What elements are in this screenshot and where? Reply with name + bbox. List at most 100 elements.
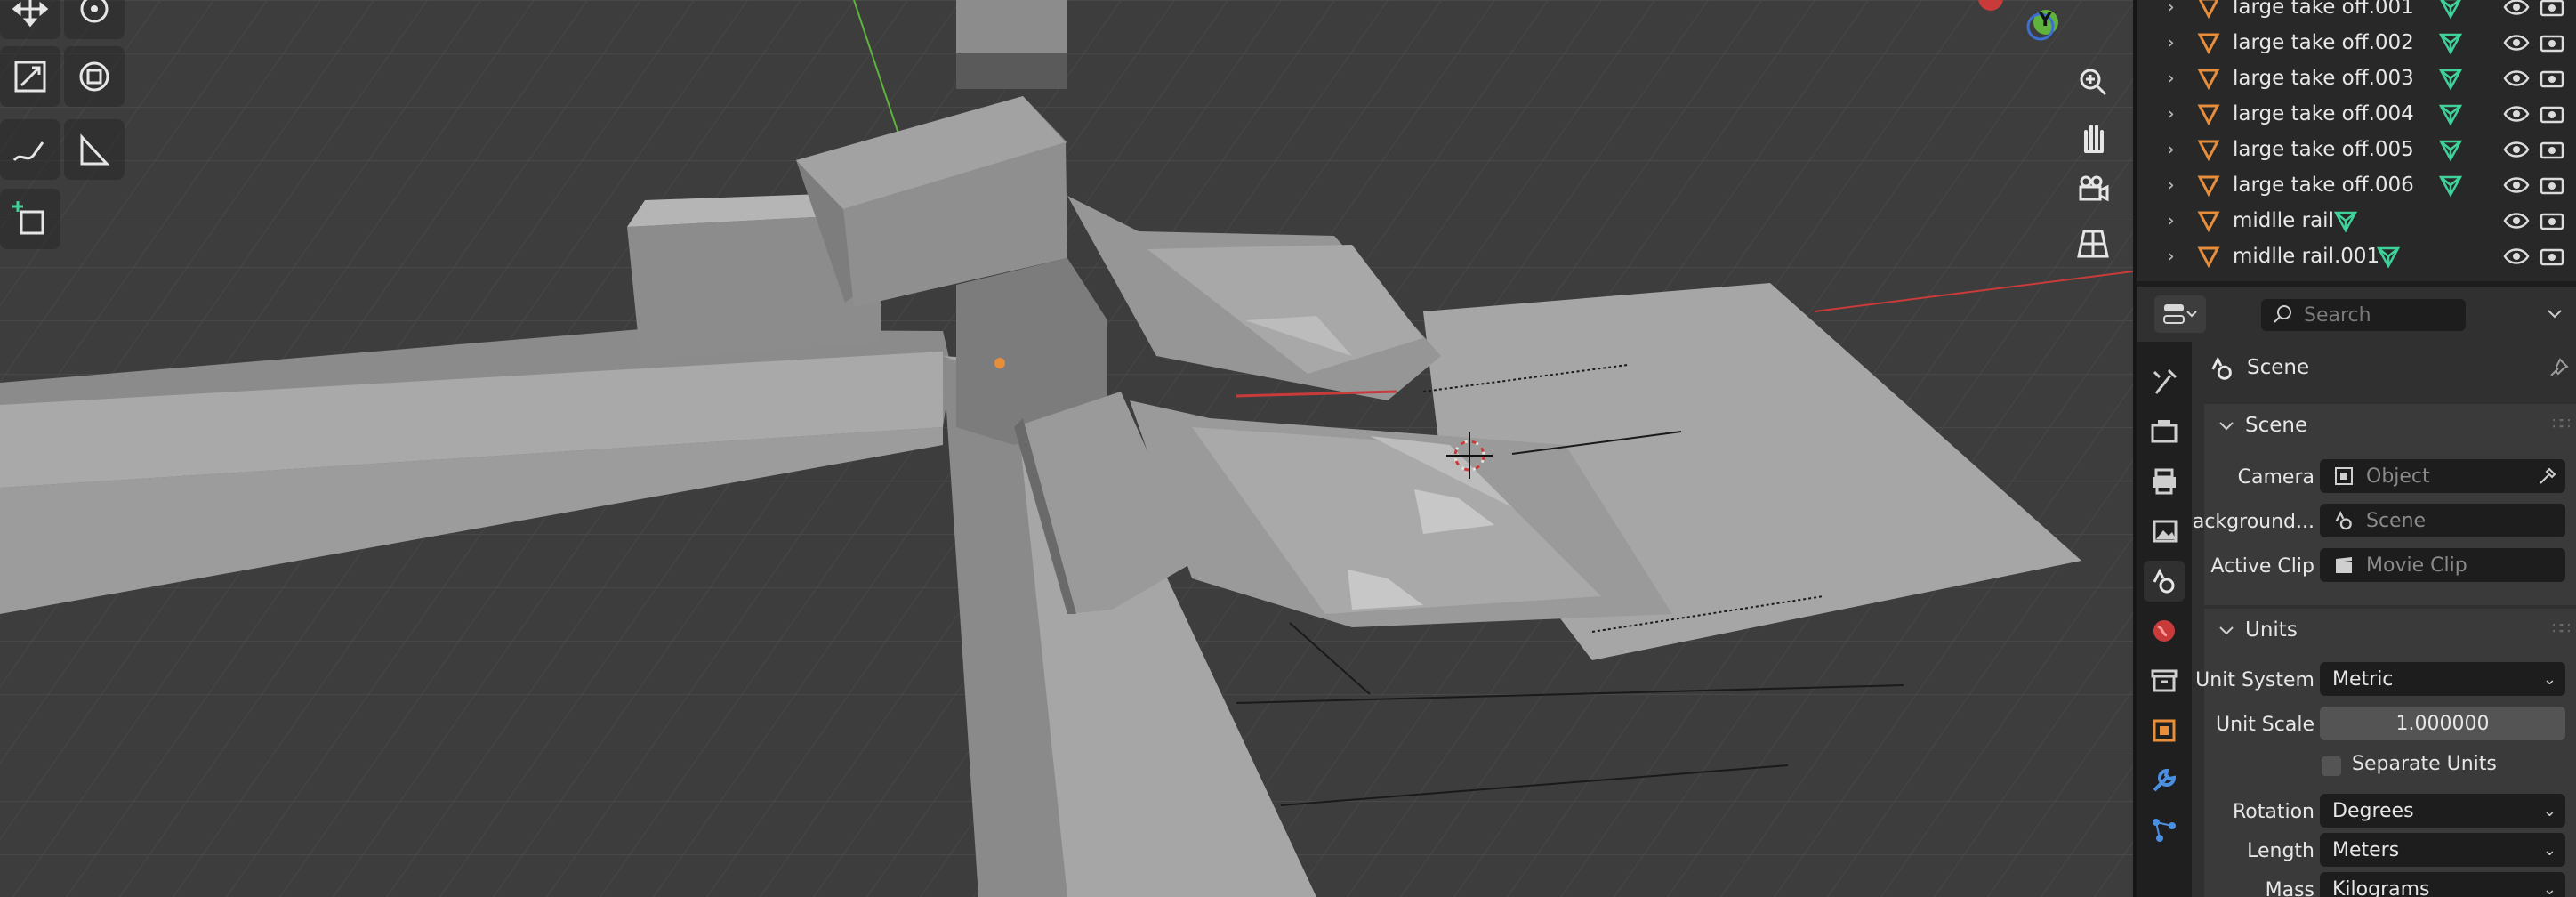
units-panel-header[interactable]: Units — [2217, 609, 2298, 651]
outliner-item[interactable]: › large take off.002 — [2137, 25, 2576, 61]
background-field[interactable]: Scene — [2320, 504, 2565, 537]
mass-label: Mass — [2265, 879, 2314, 897]
camera-field[interactable]: Object — [2320, 459, 2565, 493]
mesh-data-icon[interactable] — [2437, 172, 2464, 198]
camera-render-icon[interactable] — [2539, 246, 2565, 267]
tab-tool[interactable] — [2144, 361, 2185, 402]
length-value: Meters — [2332, 838, 2400, 861]
scene-panel-header[interactable]: Scene — [2217, 404, 2307, 447]
eye-icon[interactable] — [2503, 139, 2530, 160]
image-icon — [2153, 520, 2178, 543]
mesh-data-icon[interactable] — [2437, 101, 2464, 127]
camera-label: Camera — [2237, 466, 2314, 489]
eyedropper-icon[interactable] — [2537, 465, 2558, 487]
tab-scene[interactable] — [2144, 561, 2185, 602]
transform-tool-button[interactable] — [64, 46, 125, 107]
scene-panel: Scene ∷∷ Camera Object Background... Sce… — [2192, 404, 2576, 605]
eye-icon[interactable] — [2503, 68, 2530, 89]
wrench-icon — [2153, 768, 2177, 792]
outliner-item[interactable]: › midlle rail — [2137, 203, 2576, 238]
outliner-item[interactable]: › large take off.001 — [2137, 0, 2576, 25]
zoom-icon — [2080, 69, 2107, 96]
camera-render-icon[interactable] — [2539, 103, 2565, 125]
move-tool-button[interactable] — [0, 0, 60, 39]
outliner-item[interactable]: › midlle rail.001 — [2137, 238, 2576, 274]
separate-units-label[interactable]: Separate Units — [2352, 753, 2497, 775]
mesh-data-icon[interactable] — [2375, 243, 2402, 270]
expand-chevron-icon[interactable]: › — [2167, 68, 2175, 90]
expand-chevron-icon[interactable]: › — [2167, 174, 2175, 197]
tab-output[interactable] — [2144, 461, 2185, 502]
options-dropdown-button[interactable] — [2544, 303, 2571, 329]
tool-icon — [2153, 368, 2178, 394]
drag-handle-icon[interactable]: ∷∷ — [2552, 415, 2571, 433]
outliner-item[interactable]: › large take off.005 — [2137, 132, 2576, 167]
perspective-toggle-button[interactable] — [2066, 217, 2120, 271]
chevron-down-icon: ⌄ — [2542, 669, 2556, 689]
object-icon — [2153, 719, 2176, 742]
expand-chevron-icon[interactable]: › — [2167, 246, 2175, 268]
tab-render[interactable] — [2144, 411, 2185, 452]
camera-render-icon[interactable] — [2539, 32, 2565, 53]
outliner-item[interactable]: › large take off.004 — [2137, 96, 2576, 132]
expand-chevron-icon[interactable]: › — [2167, 32, 2175, 54]
pan-button[interactable] — [2066, 110, 2120, 164]
mesh-data-icon[interactable] — [2437, 0, 2464, 20]
chevron-down-icon: ⌄ — [2542, 801, 2556, 820]
tab-particles[interactable] — [2144, 810, 2185, 851]
outliner-item[interactable]: › large take off.003 — [2137, 61, 2576, 96]
active-clip-field[interactable]: Movie Clip — [2320, 548, 2565, 582]
search-input[interactable]: Search — [2261, 299, 2466, 331]
eye-icon[interactable] — [2503, 246, 2530, 267]
tab-view-layer[interactable] — [2144, 511, 2185, 552]
eye-icon[interactable] — [2503, 0, 2530, 18]
tab-world[interactable] — [2144, 610, 2185, 651]
tab-collection[interactable] — [2144, 660, 2185, 701]
annotate-tool-button[interactable] — [0, 119, 60, 180]
camera-view-button[interactable] — [2066, 164, 2120, 217]
mesh-data-icon[interactable] — [2437, 136, 2464, 163]
camera-render-icon[interactable] — [2539, 139, 2565, 160]
tab-modifiers[interactable] — [2144, 760, 2185, 801]
expand-chevron-icon[interactable]: › — [2167, 139, 2175, 161]
expand-chevron-icon[interactable]: › — [2167, 103, 2175, 125]
outliner-panel[interactable]: › large take off.001 › large take off.002 › l… — [2137, 0, 2576, 281]
eye-icon[interactable] — [2503, 210, 2530, 231]
camera-render-icon[interactable] — [2539, 68, 2565, 89]
camera-render-icon[interactable] — [2539, 0, 2565, 18]
mass-dropdown[interactable]: Kilograms ⌄ — [2320, 872, 2565, 897]
mesh-data-icon[interactable] — [2332, 207, 2359, 234]
scale-tool-button[interactable] — [0, 46, 60, 107]
navigation-gizmo[interactable]: Y — [1966, 0, 2073, 44]
camera-render-icon[interactable] — [2539, 174, 2565, 196]
outliner-item[interactable]: › large take off.006 — [2137, 167, 2576, 203]
expand-chevron-icon[interactable]: › — [2167, 210, 2175, 232]
camera-render-icon[interactable] — [2539, 210, 2565, 231]
measure-tool-button[interactable] — [64, 119, 125, 180]
length-label: Length — [2247, 840, 2314, 862]
separate-units-checkbox[interactable] — [2322, 756, 2341, 776]
mesh-data-icon[interactable] — [2437, 29, 2464, 56]
pencil-icon — [12, 141, 44, 162]
properties-editor-icon — [2163, 304, 2197, 324]
add-cube-tool-button[interactable] — [0, 189, 60, 249]
unit-system-dropdown[interactable]: Metric ⌄ — [2320, 662, 2565, 696]
eye-icon[interactable] — [2503, 174, 2530, 196]
length-dropdown[interactable]: Meters ⌄ — [2320, 833, 2565, 867]
scene-icon — [2335, 511, 2352, 530]
eye-icon[interactable] — [2503, 103, 2530, 125]
mesh-data-icon[interactable] — [2437, 65, 2464, 92]
3d-viewport[interactable]: Y — [0, 0, 2133, 897]
expand-chevron-icon[interactable]: › — [2167, 0, 2175, 19]
drag-handle-icon[interactable]: ∷∷ — [2552, 619, 2571, 638]
pin-icon[interactable] — [2548, 356, 2571, 379]
tab-object[interactable] — [2144, 710, 2185, 751]
zoom-button[interactable] — [2066, 55, 2120, 109]
rotation-dropdown[interactable]: Degrees ⌄ — [2320, 794, 2565, 828]
unit-scale-field[interactable]: 1.000000 — [2320, 707, 2565, 740]
eye-icon[interactable] — [2503, 32, 2530, 53]
object-icon — [2335, 467, 2353, 485]
editor-type-button[interactable] — [2154, 295, 2206, 333]
rotate-tool-button[interactable] — [64, 0, 125, 39]
unit-system-value: Metric — [2332, 667, 2394, 691]
